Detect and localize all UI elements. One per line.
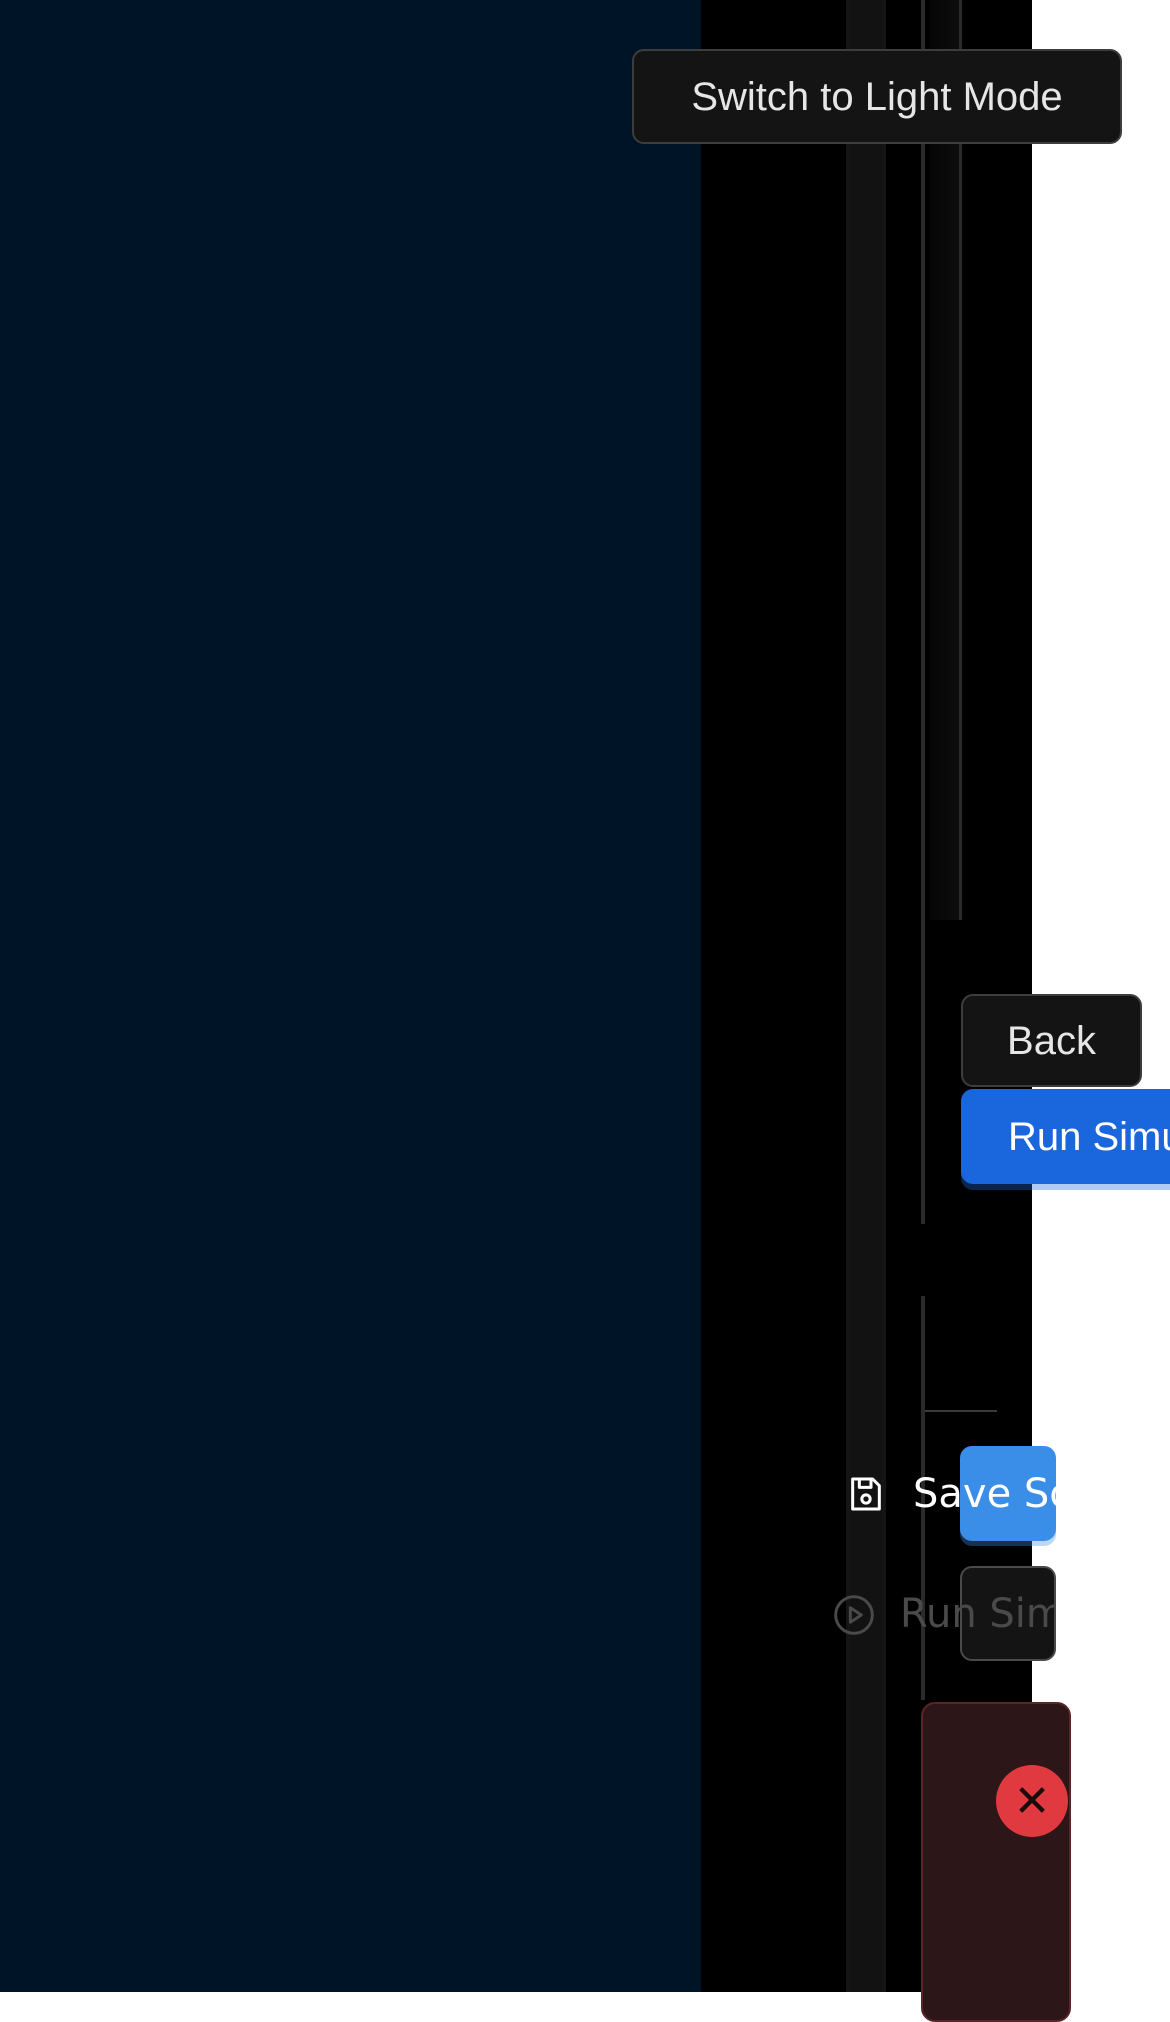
close-icon[interactable]: ✕ bbox=[996, 1765, 1068, 1837]
theme-toggle-button[interactable]: Switch to Light Mode bbox=[632, 49, 1122, 144]
save-scenario-label[interactable]: Save Scenario bbox=[913, 1445, 1056, 1543]
back-button[interactable]: Back bbox=[961, 994, 1142, 1087]
left-pane bbox=[0, 0, 701, 1992]
error-panel bbox=[921, 1702, 1071, 2022]
horizontal-divider bbox=[925, 1410, 997, 1412]
run-simulation-button[interactable]: Run Simulation bbox=[961, 1089, 1170, 1184]
divider-line bbox=[921, 0, 925, 1224]
run-simulation-secondary-label[interactable]: Run Simulation bbox=[900, 1566, 1056, 1661]
play-circle-icon bbox=[834, 1595, 874, 1635]
save-icon bbox=[851, 1477, 881, 1511]
vertical-rail-inner bbox=[850, 0, 882, 1992]
